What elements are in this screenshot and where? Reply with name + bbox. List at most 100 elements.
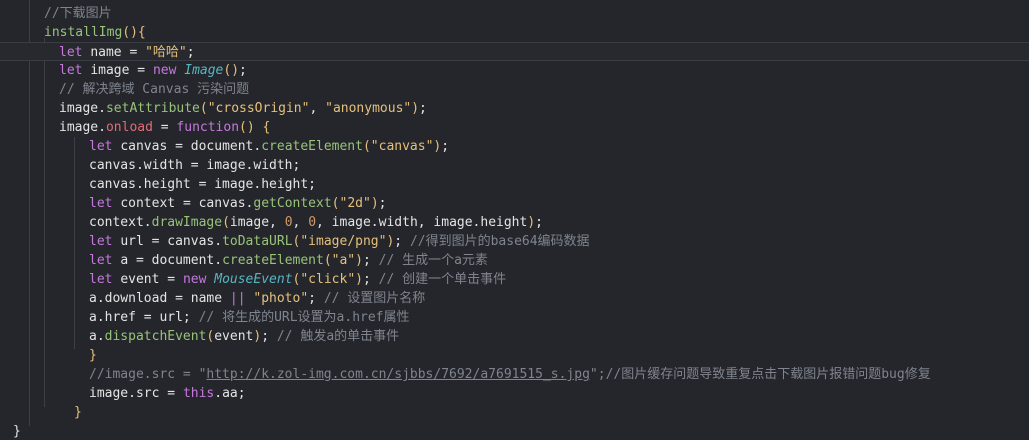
- code-token: (){: [122, 25, 146, 40]
- code-token: let: [59, 63, 91, 78]
- code-token: canvas: [120, 139, 176, 154]
- code-token: ;: [308, 291, 324, 306]
- code-line[interactable]: installImg(){: [0, 23, 146, 42]
- code-token: installImg: [44, 25, 123, 40]
- code-line[interactable]: let name = "哈哈";: [0, 42, 1029, 61]
- code-token: a.download: [89, 291, 176, 306]
- code-token: //image.src = ": [89, 367, 207, 382]
- code-token: ||: [229, 291, 254, 306]
- code-token: onload: [105, 120, 161, 135]
- code-token: =: [175, 139, 191, 154]
- code-line[interactable]: canvas.height = image.height;: [0, 175, 316, 194]
- code-line[interactable]: // 解决跨域 Canvas 污染问题: [0, 80, 249, 99]
- code-line[interactable]: //image.src = "http://k.zol-img.com.cn/s…: [0, 365, 931, 384]
- code-token: dispatchEvent: [104, 329, 207, 344]
- code-line[interactable]: a.href = url; // 将生成的URL设置为a.href属性: [0, 308, 410, 327]
- code-line[interactable]: let url = canvas.toDataURL("image/png");…: [0, 232, 590, 251]
- code-token: image.width;: [206, 158, 301, 173]
- code-token: ;: [362, 272, 379, 287]
- code-line[interactable]: context.drawImage(image, 0, 0, image.wid…: [0, 213, 543, 232]
- code-token: canvas.height: [89, 177, 199, 192]
- code-token: =: [137, 63, 153, 78]
- code-token: a.: [89, 329, 105, 344]
- code-token: }: [13, 424, 21, 439]
- code-token: () {: [239, 120, 271, 135]
- code-token: (): [223, 63, 240, 78]
- code-line[interactable]: image.setAttribute("crossOrigin", "anony…: [0, 99, 427, 118]
- code-token: canvas.: [167, 234, 223, 249]
- code-token: "photo": [253, 291, 309, 306]
- code-token: // 触发a的单击事件: [276, 329, 400, 344]
- code-token: "anonymous": [325, 101, 412, 116]
- code-token: =: [160, 120, 177, 135]
- code-editor[interactable]: //下载图片 installImg(){let name = "哈哈"; let i…: [0, 0, 1029, 440]
- code-token: =: [175, 291, 191, 306]
- code-token: ;: [239, 63, 247, 78]
- code-token: http://k.zol-img.com.cn/sjbbs/7692/a7691…: [206, 367, 590, 382]
- code-token: ;: [186, 45, 195, 60]
- code-line[interactable]: let image = new Image();: [0, 61, 247, 80]
- code-token: ;: [419, 101, 427, 116]
- code-token: name: [90, 45, 130, 60]
- code-token: new: [152, 63, 185, 78]
- code-token: this: [182, 386, 215, 401]
- code-token: a: [120, 253, 136, 268]
- code-line[interactable]: image.onload = function() {: [0, 118, 270, 137]
- code-token: ;: [441, 139, 450, 154]
- code-token: "click": [300, 272, 356, 287]
- code-token: let: [89, 272, 121, 287]
- code-token: image.: [59, 120, 106, 135]
- code-line[interactable]: let a = document.createElement("a"); // …: [0, 251, 488, 270]
- code-token: "2d": [339, 196, 371, 211]
- code-token: "image/png": [300, 234, 387, 249]
- code-token: // 解决跨域 Canvas 污染问题: [59, 82, 250, 97]
- code-token: 0: [308, 215, 317, 230]
- code-token: =: [135, 253, 152, 268]
- code-token: (: [323, 253, 332, 268]
- code-token: "crossOrigin": [207, 101, 310, 116]
- code-token: MouseEvent: [214, 272, 293, 287]
- code-token: image.: [59, 101, 106, 116]
- code-token: =: [143, 310, 160, 325]
- code-token: let: [89, 234, 121, 249]
- code-token: //下载图片: [44, 6, 112, 21]
- code-token: url;: [159, 310, 199, 325]
- code-line[interactable]: canvas.width = image.width;: [0, 156, 300, 175]
- code-line[interactable]: let canvas = document.createElement("can…: [0, 137, 449, 156]
- code-token: ;: [535, 215, 543, 230]
- code-token: drawImage: [151, 215, 223, 230]
- code-token: getContext: [253, 196, 332, 211]
- code-token: document.: [151, 253, 223, 268]
- code-line[interactable]: let event = new MouseEvent("click"); // …: [0, 270, 506, 289]
- code-token: ";//图片缓存问题导致重复点击下载图片报错问题bug修复: [589, 367, 931, 382]
- code-token: // 创建一个单击事件: [378, 272, 507, 287]
- code-line[interactable]: //下载图片: [0, 4, 112, 23]
- code-token: ;: [362, 253, 379, 268]
- code-token: ;: [261, 329, 277, 344]
- code-token: ): [527, 215, 536, 230]
- code-line[interactable]: }: [0, 403, 82, 422]
- code-line[interactable]: image.src = this.aa;: [0, 384, 246, 403]
- code-line[interactable]: a.download = name || "photo"; // 设置图片名称: [0, 289, 425, 308]
- code-token: =: [167, 386, 183, 401]
- code-line[interactable]: }: [0, 422, 21, 440]
- code-token: image.src: [89, 386, 168, 401]
- code-token: canvas.width: [89, 158, 191, 173]
- code-token: (: [362, 139, 371, 154]
- code-token: event: [120, 272, 168, 287]
- code-token: ): [355, 253, 363, 268]
- code-token: document.: [190, 139, 262, 154]
- code-token: =: [190, 158, 207, 173]
- code-line[interactable]: let context = canvas.getContext("2d");: [0, 194, 386, 213]
- code-token: (: [199, 101, 208, 116]
- code-token: ,: [316, 215, 332, 230]
- code-token: a.href: [89, 310, 144, 325]
- code-token: image.height;: [214, 177, 316, 192]
- code-line[interactable]: }: [0, 346, 97, 365]
- code-token: createElement: [222, 253, 324, 268]
- code-token: ): [411, 101, 420, 116]
- code-token: }: [74, 405, 82, 420]
- code-token: ,: [309, 101, 326, 116]
- code-line[interactable]: a.dispatchEvent(event); // 触发a的单击事件: [0, 327, 399, 346]
- code-token: =: [167, 272, 183, 287]
